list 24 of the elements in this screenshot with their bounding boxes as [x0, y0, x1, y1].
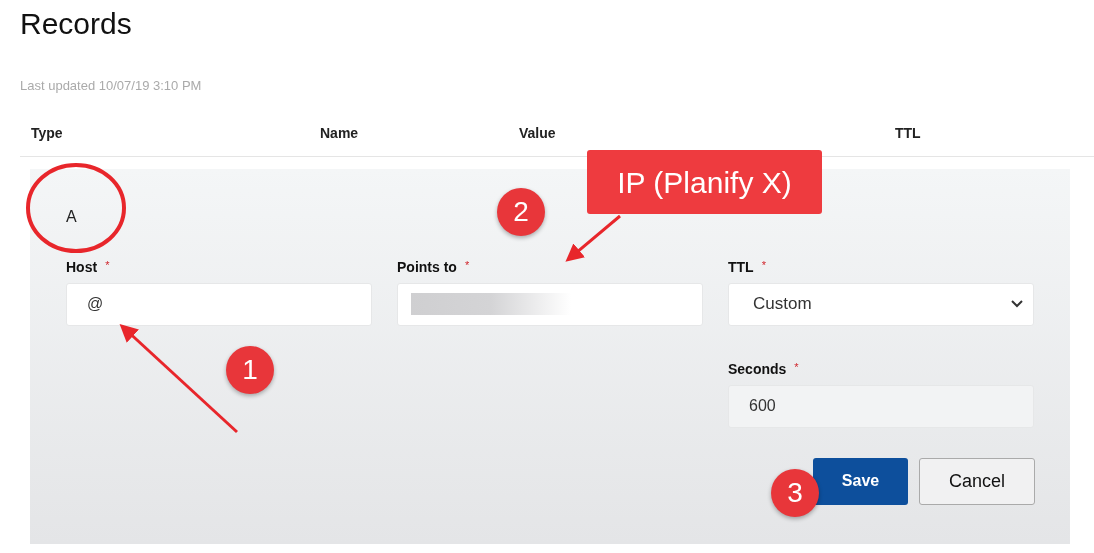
page-title: Records — [20, 6, 132, 42]
cancel-button[interactable]: Cancel — [919, 457, 1035, 505]
text-field[interactable] — [397, 282, 703, 326]
required-mark: * — [464, 257, 470, 273]
text-field[interactable]: 600 — [728, 384, 1034, 428]
field-label: Points to — [397, 257, 457, 277]
pointer-arrow — [565, 214, 621, 262]
column-header: Type — [31, 123, 63, 143]
field-label: Seconds — [728, 359, 787, 379]
chevron-down-icon — [1011, 300, 1023, 308]
dropdown[interactable]: Custom — [728, 282, 1034, 326]
callout-label: IP (Planify X) — [587, 150, 822, 214]
field-label: TTL — [728, 257, 754, 277]
field-label: Host — [66, 257, 98, 277]
text-field[interactable]: @ — [66, 282, 372, 326]
column-header: TTL — [895, 123, 921, 143]
required-mark: * — [105, 257, 110, 273]
column-header: Name — [320, 123, 359, 143]
column-header: Value — [519, 123, 556, 143]
last-updated-text: Last updated 10/07/19 3:10 PM — [20, 77, 202, 95]
required-mark: * — [794, 359, 799, 375]
required-mark: * — [761, 257, 766, 273]
record-type-text: A — [66, 206, 77, 227]
save-button[interactable]: Save — [813, 457, 908, 505]
